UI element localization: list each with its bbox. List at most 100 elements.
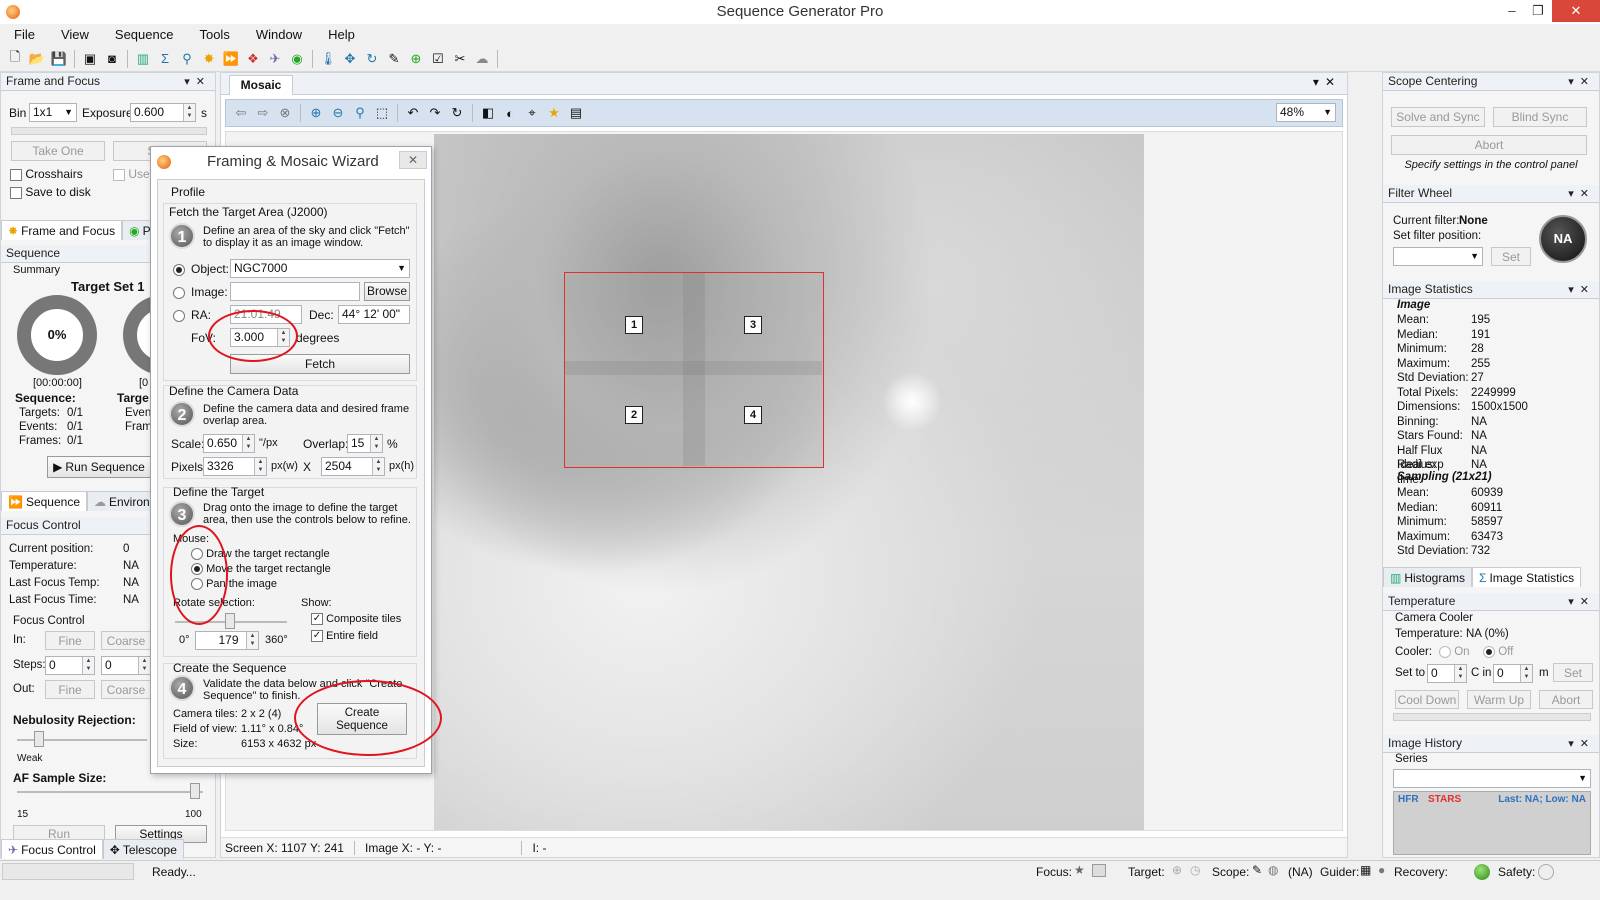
tab-histograms[interactable]: ▥ Histograms <box>1383 567 1473 587</box>
fast-forward-icon[interactable]: ⏩ <box>220 49 242 69</box>
panel-controls-icon[interactable]: ▾✕ <box>1568 735 1595 753</box>
run-sequence-button[interactable]: ▶ Run Sequence <box>47 456 151 478</box>
in-coarse-button[interactable]: Coarse <box>101 631 151 650</box>
stop-icon[interactable]: ⊗ <box>274 103 296 123</box>
new-file-icon[interactable]: 🗋 <box>4 49 26 69</box>
spinner-icon[interactable]: ▲ ▼ <box>254 458 266 475</box>
clipboard-icon[interactable]: ▤ <box>565 103 587 123</box>
menu-help[interactable]: Help <box>314 24 367 46</box>
spinner-icon[interactable]: ▲ ▼ <box>242 435 254 452</box>
object-select[interactable]: NGC7000 ▼ <box>230 259 410 278</box>
cooler-on-radio[interactable]: On <box>1439 646 1470 658</box>
scope-pen-icon[interactable]: ✎ <box>1252 863 1262 877</box>
save-to-disk-checkbox[interactable]: Save to disk <box>10 185 91 199</box>
nebulosity-slider[interactable] <box>34 731 44 747</box>
tab-focus-control[interactable]: ✈ Focus Control <box>1 839 103 859</box>
series-select[interactable]: ▼ <box>1393 769 1591 788</box>
temp-set-button[interactable]: Set <box>1553 663 1593 682</box>
target-clock-icon[interactable]: ◷ <box>1190 863 1200 877</box>
composite-tiles-checkbox[interactable]: ✓ Composite tiles <box>311 613 401 626</box>
dec-input[interactable]: 44° 12' 00" <box>338 305 410 324</box>
tab-telescope[interactable]: ✥ Telescope <box>102 839 184 859</box>
menu-file[interactable]: File <box>0 24 47 46</box>
globe-icon[interactable]: ⊕ <box>405 49 427 69</box>
entire-field-checkbox[interactable]: ✓ Entire field <box>311 630 378 643</box>
satellite-icon[interactable]: ✈ <box>264 49 286 69</box>
browse-button[interactable]: Browse <box>364 282 410 301</box>
levels-icon[interactable]: ◧ <box>477 103 499 123</box>
crosshairs-checkbox[interactable]: Crosshairs <box>10 167 83 181</box>
spinner-icon[interactable]: ▲ ▼ <box>138 657 150 674</box>
menu-sequence[interactable]: Sequence <box>101 24 186 46</box>
panel-controls-icon[interactable]: ▾✕ <box>1568 281 1595 299</box>
rotate-input[interactable]: 179 ▲ ▼ <box>195 631 259 650</box>
magnifier-icon[interactable]: ⚲ <box>176 49 198 69</box>
safety-status-icon[interactable] <box>1538 864 1554 880</box>
star-icon[interactable]: ★ <box>543 103 565 123</box>
tab-sequence[interactable]: ⏩ Sequence <box>1 491 87 511</box>
checklist-icon[interactable]: ☑ <box>427 49 449 69</box>
spinner-icon[interactable]: ▲ ▼ <box>1520 665 1532 682</box>
panel-controls-icon[interactable]: ▾✕ <box>1568 593 1595 611</box>
menu-window[interactable]: Window <box>242 24 314 46</box>
cloud-icon[interactable]: ☁ <box>471 49 493 69</box>
panel-controls-icon[interactable]: ▾✕ <box>1568 185 1595 203</box>
exposure-spinner[interactable]: ▲ ▼ <box>183 104 195 121</box>
bin-select[interactable]: 1x1 ▼ <box>29 103 77 122</box>
guider-grid-icon[interactable]: ▦ <box>1360 863 1371 877</box>
scale-input[interactable]: 0.650 ▲ ▼ <box>203 434 255 453</box>
out-fine-button[interactable]: Fine <box>45 680 95 699</box>
filter-position-select[interactable]: ▼ <box>1393 247 1483 266</box>
wizard-close-button[interactable]: ✕ <box>399 151 427 169</box>
take-one-button[interactable]: Take One <box>11 141 105 161</box>
doc-controls-icon[interactable]: ▾✕ <box>1313 75 1341 89</box>
panel-controls-icon[interactable]: ▾✕ <box>1568 73 1595 91</box>
recovery-status-icon[interactable] <box>1474 864 1490 880</box>
focus-star-icon[interactable]: ★ <box>1074 863 1085 877</box>
steps-coarse-input[interactable]: 0 ▲ ▼ <box>101 656 151 675</box>
focus-frame-icon[interactable] <box>1092 864 1106 877</box>
in-fine-button[interactable]: Fine <box>45 631 95 650</box>
tab-mosaic[interactable]: Mosaic <box>229 75 293 95</box>
zoom-out-icon[interactable]: ⊖ <box>327 103 349 123</box>
sigma-icon[interactable]: Σ <box>154 49 176 69</box>
steps-fine-input[interactable]: 0 ▲ ▼ <box>45 656 95 675</box>
exposure-input[interactable]: 0.600 ▲ ▼ <box>130 103 196 122</box>
tools-icon[interactable]: ✂ <box>449 49 471 69</box>
rotate-right-icon[interactable]: ↷ <box>424 103 446 123</box>
select-rectangle-icon[interactable]: ⬚ <box>371 103 393 123</box>
rotate-slider[interactable] <box>225 613 235 629</box>
equipment-icon[interactable]: ▣ <box>79 49 101 69</box>
image-path-input[interactable] <box>230 282 360 301</box>
filter-set-button[interactable]: Set <box>1491 247 1531 266</box>
spinner-icon[interactable]: ▲ ▼ <box>372 458 384 475</box>
open-folder-icon[interactable]: 📂 <box>26 49 48 69</box>
spinner-icon[interactable]: ▲ ▼ <box>82 657 94 674</box>
save-icon[interactable]: 💾 <box>48 49 70 69</box>
zoom-select[interactable]: 48% ▼ <box>1276 103 1336 122</box>
back-arrow-icon[interactable]: ⇦ <box>230 103 252 123</box>
spinner-icon[interactable]: ▲ ▼ <box>246 632 258 649</box>
image-radio[interactable] <box>173 285 185 299</box>
spinner-icon[interactable]: ▲ ▼ <box>370 435 382 452</box>
rotate-180-icon[interactable]: ↻ <box>446 103 468 123</box>
tab-frame-and-focus[interactable]: ✸ Frame and Focus <box>1 220 123 240</box>
guider-ball-icon[interactable]: ● <box>1378 863 1385 877</box>
rotate-left-icon[interactable]: ↶ <box>402 103 424 123</box>
close-window-button[interactable]: ✕ <box>1552 0 1600 22</box>
tab-image-statistics[interactable]: Σ Image Statistics <box>1472 567 1582 587</box>
chart-icon[interactable]: ▥ <box>132 49 154 69</box>
pixels-width-input[interactable]: 3326 ▲ ▼ <box>203 457 267 476</box>
sun-icon[interactable]: ✸ <box>198 49 220 69</box>
object-radio[interactable] <box>173 262 185 276</box>
camera-icon[interactable]: ◙ <box>101 49 123 69</box>
pen-icon[interactable]: ✎ <box>383 49 405 69</box>
use-checkbox[interactable]: Use <box>113 167 150 181</box>
ra-radio[interactable] <box>173 308 185 322</box>
scope-abort-button[interactable]: Abort <box>1391 135 1587 155</box>
zoom-in-icon[interactable]: ⊕ <box>305 103 327 123</box>
zoom-fit-icon[interactable]: ⚲ <box>349 103 371 123</box>
temp-abort-button[interactable]: Abort <box>1539 690 1593 709</box>
panel-controls-icon[interactable]: ▾✕ <box>184 73 211 91</box>
mosaic-target-rectangle[interactable]: 1 3 2 4 <box>564 272 824 468</box>
